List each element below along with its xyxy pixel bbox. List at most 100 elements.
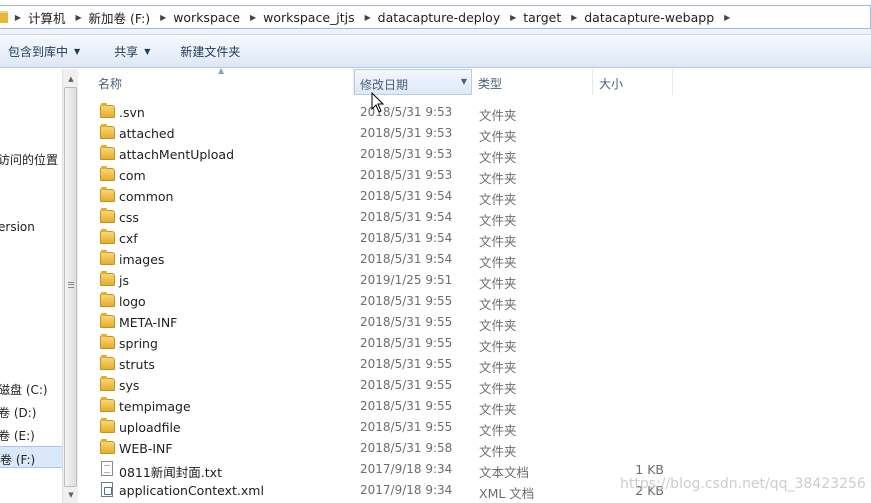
- share-button[interactable]: 共享 ▼: [106, 40, 158, 64]
- column-header-size[interactable]: 大小: [593, 69, 673, 95]
- file-modified-date: 2018/5/31 9:55: [360, 336, 453, 350]
- file-name: tempimage: [119, 399, 191, 414]
- navigation-scrollbar[interactable]: ▲ ▼: [62, 69, 78, 503]
- file-row[interactable]: spring 2018/5/31 9:55 文件夹: [79, 333, 871, 354]
- breadcrumb[interactable]: ▶ 计算机 ▶ 新加卷 (F:) ▶ workspace ▶ workspace_jtj…: [0, 5, 871, 29]
- nav-item-drive-c[interactable]: 磁盘 (C:): [0, 381, 48, 398]
- file-name: js: [119, 273, 129, 288]
- file-row[interactable]: common 2018/5/31 9:54 文件夹: [79, 186, 871, 207]
- file-type: 文件夹: [479, 192, 517, 207]
- file-type: 文件夹: [479, 423, 517, 438]
- file-type: 文件夹: [479, 150, 517, 165]
- folder-icon: [100, 145, 115, 160]
- file-type: 文件夹: [479, 234, 517, 249]
- new-folder-button[interactable]: 新建文件夹: [172, 40, 248, 64]
- file-type: XML 文档: [479, 486, 535, 501]
- chevron-right-icon[interactable]: ▶: [358, 13, 378, 22]
- nav-item-version[interactable]: ersion: [0, 220, 35, 234]
- file-type: 文件夹: [479, 213, 517, 228]
- file-row[interactable]: attachMentUpload 2018/5/31 9:53 文件夹: [79, 144, 871, 165]
- scroll-up-arrow-icon[interactable]: ▲: [63, 71, 79, 87]
- folder-icon: [100, 355, 115, 370]
- file-row[interactable]: WEB-INF 2018/5/31 9:58 文件夹: [79, 438, 871, 459]
- file-modified-date: 2018/5/31 9:54: [360, 231, 453, 245]
- file-type: 文件夹: [479, 444, 517, 459]
- folder-icon: [100, 166, 115, 181]
- breadcrumb-history-dropdown[interactable]: ▶: [717, 13, 737, 22]
- folder-icon: [100, 292, 115, 307]
- file-type: 文件夹: [479, 129, 517, 144]
- breadcrumb-item[interactable]: ▶ 新加卷 (F:): [69, 8, 154, 27]
- column-header-type[interactable]: 类型: [472, 69, 593, 95]
- file-row[interactable]: .svn 2018/5/31 9:53 文件夹: [79, 102, 871, 123]
- breadcrumb-item[interactable]: ▶ workspace: [153, 10, 243, 25]
- grip-icon: [68, 282, 74, 288]
- file-row[interactable]: com 2018/5/31 9:53 文件夹: [79, 165, 871, 186]
- file-row[interactable]: css 2018/5/31 9:54 文件夹: [79, 207, 871, 228]
- breadcrumb-item[interactable]: ▶ target: [503, 10, 564, 25]
- column-header-name[interactable]: 名称: [79, 69, 354, 95]
- file-row[interactable]: sys 2018/5/31 9:55 文件夹: [79, 375, 871, 396]
- folder-icon: [100, 418, 115, 433]
- breadcrumb-item[interactable]: ▶ 计算机: [8, 8, 69, 27]
- file-list: ▲ 名称 修改日期 ▼ 类型 大小 .svn 2018/5/31 9:53 文件夹 a…: [79, 66, 871, 503]
- file-modified-date: 2018/5/31 9:55: [360, 294, 453, 308]
- file-type: 文件夹: [479, 276, 517, 291]
- file-row[interactable]: struts 2018/5/31 9:55 文件夹: [79, 354, 871, 375]
- file-type: 文件夹: [479, 381, 517, 396]
- breadcrumb-item[interactable]: ▶ datacapture-deploy: [358, 10, 504, 25]
- breadcrumb-item[interactable]: ▶ datacapture-webapp: [564, 10, 717, 25]
- nav-item-drive-d[interactable]: 卷 (D:): [0, 404, 36, 421]
- file-name: WEB-INF: [119, 441, 173, 456]
- folder-icon: [100, 376, 115, 391]
- file-name: META-INF: [119, 315, 178, 330]
- file-name: .svn: [119, 105, 145, 120]
- file-row[interactable]: js 2019/1/25 9:51 文件夹: [79, 270, 871, 291]
- chevron-right-icon[interactable]: ▶: [153, 13, 173, 22]
- file-modified-date: 2017/9/18 9:34: [360, 462, 453, 476]
- file-row[interactable]: attached 2018/5/31 9:53 文件夹: [79, 123, 871, 144]
- file-type: 文件夹: [479, 360, 517, 375]
- chevron-right-icon[interactable]: ▶: [503, 13, 523, 22]
- file-row[interactable]: images 2018/5/31 9:54 文件夹: [79, 249, 871, 270]
- file-name: applicationContext.xml: [119, 483, 264, 498]
- nav-item-drive-e[interactable]: 卷 (E:): [0, 427, 35, 444]
- file-modified-date: 2018/5/31 9:58: [360, 441, 453, 455]
- folder-icon: [100, 250, 115, 265]
- nav-item-recent-places[interactable]: 访问的位置: [0, 151, 58, 168]
- scroll-down-arrow-icon[interactable]: ▼: [63, 487, 79, 503]
- file-modified-date: 2018/5/31 9:53: [360, 147, 453, 161]
- file-row[interactable]: uploadfile 2018/5/31 9:55 文件夹: [79, 417, 871, 438]
- file-row[interactable]: logo 2018/5/31 9:55 文件夹: [79, 291, 871, 312]
- chevron-right-icon[interactable]: ▶: [564, 13, 584, 22]
- chevron-down-icon[interactable]: ▼: [461, 77, 467, 86]
- column-header-row: ▲ 名称 修改日期 ▼ 类型 大小: [79, 66, 871, 95]
- text-file-icon: [101, 461, 113, 476]
- file-type: 文本文档: [479, 465, 530, 480]
- chevron-down-icon: ▼: [74, 47, 81, 56]
- folder-icon: [100, 397, 115, 412]
- chevron-right-icon[interactable]: ▶: [69, 13, 89, 22]
- file-row[interactable]: META-INF 2018/5/31 9:55 文件夹: [79, 312, 871, 333]
- scrollbar-thumb[interactable]: [64, 87, 77, 487]
- folder-icon: [100, 334, 115, 349]
- breadcrumb-item[interactable]: ▶ workspace_jtjs: [243, 10, 358, 25]
- file-name: css: [119, 210, 139, 225]
- file-modified-date: 2018/5/31 9:55: [360, 315, 453, 329]
- nav-item-drive-f[interactable]: 卷 (F:): [0, 446, 62, 468]
- file-row[interactable]: cxf 2018/5/31 9:54 文件夹: [79, 228, 871, 249]
- file-row[interactable]: tempimage 2018/5/31 9:55 文件夹: [79, 396, 871, 417]
- chevron-right-icon[interactable]: ▶: [8, 13, 28, 22]
- file-modified-date: 2019/1/25 9:51: [360, 273, 453, 287]
- xml-file-icon: [101, 482, 113, 497]
- file-modified-date: 2017/9/18 9:34: [360, 483, 453, 497]
- chevron-right-icon[interactable]: ▶: [243, 13, 263, 22]
- chevron-down-icon: ▼: [144, 47, 151, 56]
- file-modified-date: 2018/5/31 9:55: [360, 378, 453, 392]
- folder-icon: [100, 187, 115, 202]
- chevron-right-icon[interactable]: ▶: [717, 13, 737, 22]
- include-in-library-button[interactable]: 包含到库中 ▼: [0, 40, 88, 64]
- file-modified-date: 2018/5/31 9:55: [360, 420, 453, 434]
- folder-icon: [100, 313, 115, 328]
- file-type: 文件夹: [479, 297, 517, 312]
